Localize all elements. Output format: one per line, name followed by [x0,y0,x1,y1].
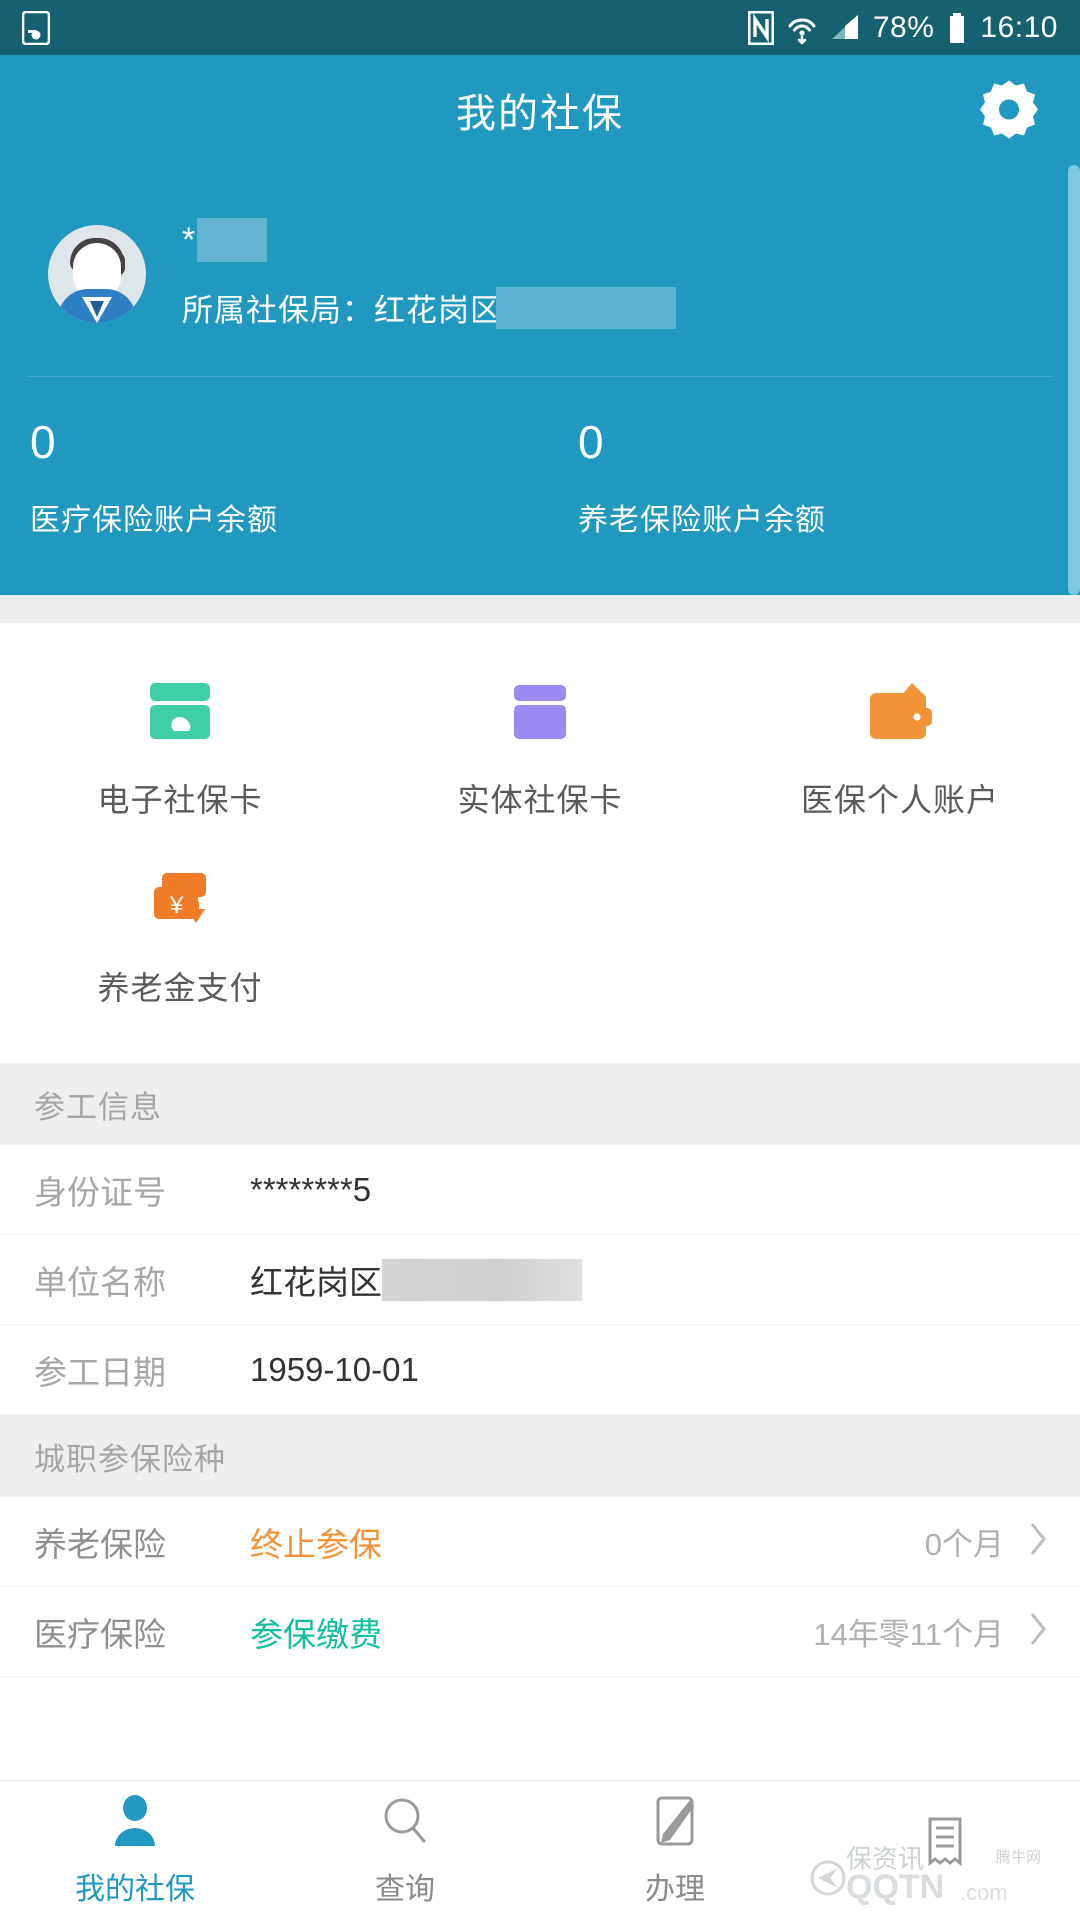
shortcut-pension-payment-label: 养老金支付 [97,963,262,1009]
svg-text:¥: ¥ [169,892,184,919]
row-work-date: 参工日期 1959-10-01 [0,1325,1080,1415]
card-icon [504,681,576,743]
profile-bureau-redaction [496,287,676,329]
balance-pension-label: 养老保险账户余额 [578,495,1080,539]
profile-panel: * 所属社保局：红花岗区 0 医疗保险账户余额 0 养老保险账户余额 [0,165,1080,595]
avatar-tie [90,301,104,317]
chevron-right-icon [1028,1611,1048,1652]
nav-item-document[interactable] [810,1781,1080,1920]
edit-icon [649,1794,701,1850]
balance-pension-value: 0 [578,419,1080,465]
shortcut-medical-account-label: 医保个人账户 [801,775,999,821]
insurance-row-medical-status: 参保缴费 [250,1608,382,1656]
work-section-title: 参工信息 [34,1082,162,1127]
profile-bureau-label: 所属社保局：红花岗区 [182,285,502,330]
nav-item-handle[interactable]: 办理 [540,1781,810,1920]
scrollbar[interactable] [1068,165,1080,595]
profile-name: * [182,217,676,263]
row-unit-name-value: 红花岗区 [250,1256,582,1304]
bottom-navigation: 我的社保 查询 办理 [0,1780,1080,1920]
person-icon [109,1794,161,1850]
status-bar-left [22,11,748,45]
row-unit-name-redaction [382,1259,582,1301]
insurance-row-pension-name: 养老保险 [0,1518,250,1566]
wallet-icon [864,681,936,743]
screen-record-icon [22,11,50,45]
app-screen: 78% 16:10 我的社保 [0,0,1080,1920]
insurance-section-header: 城职参保险种 [0,1415,1080,1497]
balance-medical-label: 医疗保险账户余额 [30,495,540,539]
balance-medical[interactable]: 0 医疗保险账户余额 [0,419,540,539]
status-bar: 78% 16:10 [0,0,1080,55]
clock-label: 16:10 [980,11,1058,45]
shortcut-pension-payment[interactable]: ¥ 养老金支付 [0,847,360,1035]
status-bar-right: 78% 16:10 [748,11,1058,45]
insurance-row-pension-right: 0个月 [925,1519,1080,1564]
row-unit-name-label: 单位名称 [0,1256,250,1304]
insurance-row-pension-status: 终止参保 [250,1518,382,1566]
insurance-row-medical-duration: 14年零11个月 [813,1609,1004,1654]
document-icon [919,1816,971,1872]
row-unit-name: 单位名称 红花岗区 [0,1235,1080,1325]
yen-payment-icon: ¥ [144,869,216,931]
balance-pension[interactable]: 0 养老保险账户余额 [540,419,1080,539]
shortcut-empty-1 [360,847,720,1035]
card-cloud-icon [144,681,216,743]
row-work-date-label: 参工日期 [0,1346,250,1394]
nav-item-my-social-security-label: 我的社保 [75,1864,195,1908]
nav-item-query[interactable]: 查询 [270,1781,540,1920]
shortcut-e-card-label: 电子社保卡 [97,775,262,821]
shortcut-medical-account[interactable]: 医保个人账户 [720,659,1080,847]
work-section-header: 参工信息 [0,1063,1080,1145]
search-icon [379,1794,431,1850]
profile-name-prefix: * [182,223,195,257]
profile-header[interactable]: * 所属社保局：红花岗区 [0,165,1080,376]
shortcut-row-2: ¥ 养老金支付 [0,847,1080,1035]
chevron-right-icon [1028,1521,1048,1562]
balance-row: 0 医疗保险账户余额 0 养老保险账户余额 [0,377,1080,595]
settings-button[interactable] [978,77,1040,144]
nav-item-my-social-security[interactable]: 我的社保 [0,1781,270,1920]
battery-icon [947,11,967,45]
row-unit-name-text: 红花岗区 [250,1256,382,1304]
shortcut-grid: 电子社保卡 实体社保卡 [0,623,1080,1063]
profile-name-redaction [197,218,267,262]
wifi-icon [787,11,817,45]
row-id-number-label: 身份证号 [0,1166,250,1214]
app-bar: 我的社保 [0,55,1080,165]
nav-item-query-label: 查询 [375,1864,435,1908]
insurance-row-medical[interactable]: 医疗保险 参保缴费 14年零11个月 [0,1587,1080,1677]
page-title: 我的社保 [456,81,624,139]
insurance-row-medical-name: 医疗保险 [0,1608,250,1656]
shortcut-row-1: 电子社保卡 实体社保卡 [0,659,1080,847]
insurance-row-pension-duration: 0个月 [925,1519,1004,1564]
nav-item-handle-label: 办理 [645,1864,705,1908]
insurance-section-title: 城职参保险种 [34,1434,226,1479]
signal-icon [830,11,860,45]
gear-icon [978,77,1040,139]
row-id-number: 身份证号 ********5 [0,1145,1080,1235]
shortcut-empty-2 [720,847,1080,1035]
row-id-number-value: ********5 [250,1171,371,1209]
profile-text: * 所属社保局：红花岗区 [182,217,676,330]
balance-medical-value: 0 [30,419,540,465]
shortcut-physical-card[interactable]: 实体社保卡 [360,659,720,847]
insurance-row-medical-right: 14年零11个月 [813,1609,1080,1654]
avatar [48,225,146,323]
shortcut-physical-card-label: 实体社保卡 [457,775,622,821]
battery-percent-label: 78% [873,11,935,45]
nfc-icon [748,11,774,45]
shortcut-e-card[interactable]: 电子社保卡 [0,659,360,847]
profile-bureau: 所属社保局：红花岗区 [182,285,676,330]
row-work-date-value: 1959-10-01 [250,1351,419,1389]
panel-gap [0,595,1080,623]
insurance-row-pension[interactable]: 养老保险 终止参保 0个月 [0,1497,1080,1587]
